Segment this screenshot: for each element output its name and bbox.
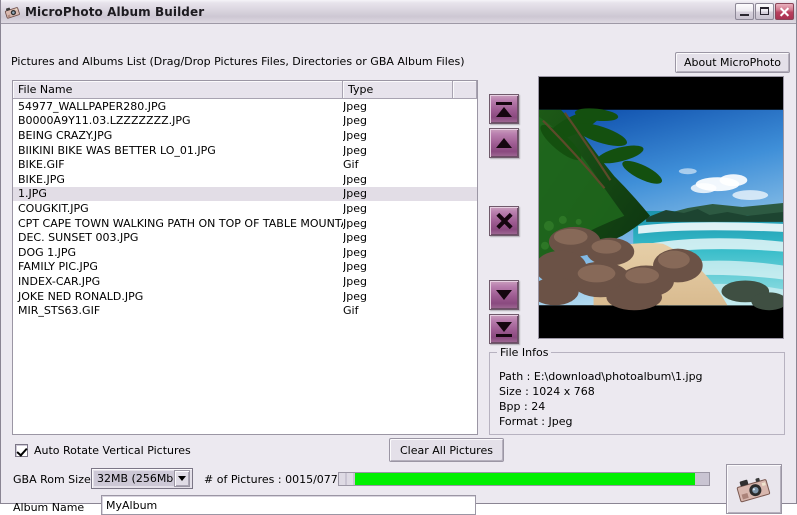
cell-file-name: 1.JPG (18, 187, 47, 201)
table-row[interactable]: CPT CAPE TOWN WALKING PATH ON TOP OF TAB… (13, 216, 477, 231)
application-window: MicroPhoto Album Builder Pictures and Al… (0, 0, 797, 515)
cell-file-type: Gif (343, 304, 359, 318)
cell-file-name: BIKE.JPG (18, 172, 65, 186)
clear-all-pictures-button[interactable]: Clear All Pictures (389, 438, 504, 462)
file-infos-legend: File Infos (497, 346, 552, 359)
file-info-size: Size : 1024 x 768 (499, 385, 595, 398)
album-name-label: Album Name (13, 501, 85, 514)
picture-preview (538, 76, 784, 339)
cell-file-name: FAMILY PIC.JPG (18, 260, 98, 274)
move-to-top-button[interactable] (489, 94, 519, 124)
cell-file-name: MIR_STS63.GIF (18, 304, 101, 318)
about-micro-photo-button[interactable]: About MicroPhoto (674, 52, 790, 73)
cell-file-type: Jpeg (343, 114, 367, 128)
window-title: MicroPhoto Album Builder (25, 4, 205, 19)
maximize-button[interactable] (755, 3, 774, 20)
table-row[interactable]: BEING CRAZY.JPG Jpeg (13, 128, 477, 143)
cell-file-name: INDEX-CAR.JPG (18, 274, 101, 288)
move-to-bottom-button[interactable] (489, 314, 519, 344)
chevron-down-icon[interactable] (174, 470, 190, 487)
column-header-extra[interactable] (453, 81, 477, 98)
cell-file-type: Gif (343, 158, 359, 172)
album-name-input[interactable]: MyAlbum (101, 495, 476, 515)
auto-rotate-checkbox[interactable]: Auto Rotate Vertical Pictures (15, 444, 191, 457)
table-row[interactable]: MIR_STS63.GIF Gif (13, 303, 477, 318)
list-header-label: Pictures and Albums List (Drag/Drop Pict… (11, 55, 465, 68)
cell-file-type: Jpeg (343, 216, 367, 230)
cell-file-type: Jpeg (343, 245, 367, 259)
cell-file-type: Jpeg (343, 99, 367, 113)
move-down-button[interactable] (489, 280, 519, 310)
cell-file-name: 54977_WALLPAPER280.JPG (18, 99, 167, 113)
camera-icon (4, 3, 21, 20)
column-header-type[interactable]: Type (343, 81, 453, 98)
progress-segment (339, 473, 345, 485)
x-icon (496, 212, 513, 230)
move-up-button[interactable] (489, 128, 519, 158)
table-row[interactable]: INDEX-CAR.JPG Jpeg (13, 274, 477, 289)
client-area: Pictures and Albums List (Drag/Drop Pict… (1, 24, 796, 515)
preview-image (539, 77, 783, 338)
remove-picture-button[interactable] (489, 206, 519, 236)
table-row[interactable]: FAMILY PIC.JPG Jpeg (13, 260, 477, 275)
cell-file-name: BEING CRAZY.JPG (18, 128, 113, 142)
table-row[interactable]: DEC. SUNSET 003.JPG Jpeg (13, 230, 477, 245)
cell-file-name: JOKE NED RONALD.JPG (18, 289, 144, 303)
cell-file-name: BIKE.GIF (18, 158, 65, 172)
cell-file-type: Jpeg (343, 128, 367, 142)
build-progress-bar (338, 472, 710, 486)
cell-file-type: Jpeg (343, 289, 367, 303)
cell-file-type: Jpeg (343, 143, 367, 157)
cell-file-type: Jpeg (343, 187, 367, 201)
list-rows: 54977_WALLPAPER280.JPG Jpeg B0000A9Y11.03.… (13, 99, 477, 318)
table-row[interactable]: DOG 1.JPG Jpeg (13, 245, 477, 260)
triangle-down-icon (496, 290, 512, 300)
table-row[interactable]: B0000A9Y11.03.LZZZZZZZ.JPG Jpeg (13, 114, 477, 129)
column-header-file-name[interactable]: File Name (13, 81, 343, 98)
table-row[interactable]: BIKE.GIF Gif (13, 157, 477, 172)
pictures-list[interactable]: File Name Type 54977_WALLPAPER280.JPG Jpe… (12, 80, 478, 435)
cell-file-name: BIIKINI BIKE WAS BETTER LO_01.JPG (18, 143, 216, 157)
table-row[interactable]: JOKE NED RONALD.JPG Jpeg (13, 289, 477, 304)
cell-file-name: DOG 1.JPG (18, 245, 77, 259)
cell-file-name: B0000A9Y11.03.LZZZZZZZ.JPG (18, 114, 191, 128)
table-row[interactable]: BIKE.JPG Jpeg (13, 172, 477, 187)
num-pictures-label: # of Pictures : 0015/0773 (204, 473, 345, 486)
file-info-bpp: Bpp : 24 (499, 400, 546, 413)
file-info-path: Path : E:\download\photoalbum\1.jpg (499, 370, 703, 383)
camera-icon (736, 477, 771, 503)
move-to-top-icon (496, 101, 512, 117)
move-to-bottom-icon (496, 321, 512, 337)
build-album-button[interactable] (726, 464, 782, 514)
auto-rotate-label: Auto Rotate Vertical Pictures (34, 444, 191, 457)
cell-file-type: Jpeg (343, 172, 367, 186)
checkbox-check-icon (15, 444, 28, 457)
cell-file-name: CPT CAPE TOWN WALKING PATH ON TOP OF TAB… (18, 216, 343, 230)
table-row[interactable]: BIIKINI BIKE WAS BETTER LO_01.JPG Jpeg (13, 143, 477, 158)
progress-segment (347, 473, 353, 485)
cell-file-name: COUGKIT.JPG (18, 201, 89, 215)
cell-file-type: Jpeg (343, 201, 367, 215)
progress-fill (355, 473, 695, 485)
triangle-up-icon (496, 138, 512, 148)
minimize-button[interactable] (735, 3, 754, 20)
table-row[interactable]: 54977_WALLPAPER280.JPG Jpeg (13, 99, 477, 114)
title-bar: MicroPhoto Album Builder (1, 0, 796, 24)
close-button[interactable] (775, 3, 794, 20)
cell-file-type: Jpeg (343, 260, 367, 274)
table-row[interactable]: 1.JPG Jpeg (13, 186, 477, 202)
caption-buttons (735, 3, 794, 20)
gba-rom-size-label: GBA Rom Size (13, 473, 91, 486)
list-column-headers: File Name Type (13, 81, 477, 99)
gba-rom-size-select[interactable]: 32MB (256Mb) (91, 468, 193, 489)
cell-file-type: Jpeg (343, 274, 367, 288)
cell-file-type: Jpeg (343, 231, 367, 245)
gba-rom-size-value: 32MB (256Mb) (94, 471, 175, 486)
cell-file-name: DEC. SUNSET 003.JPG (18, 231, 139, 245)
file-info-format: Format : Jpeg (499, 415, 573, 428)
table-row[interactable]: COUGKIT.JPG Jpeg (13, 201, 477, 216)
